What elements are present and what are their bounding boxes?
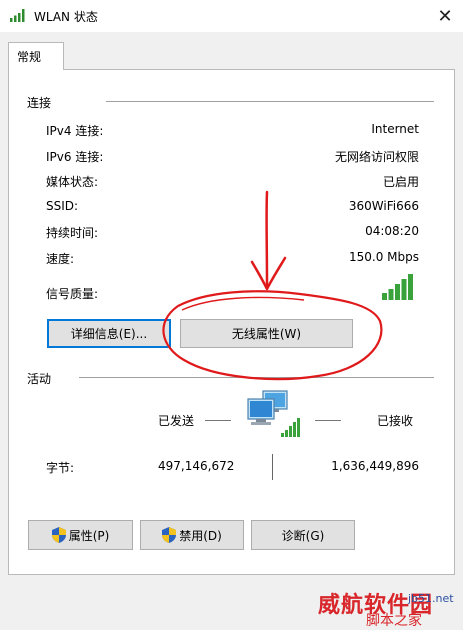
ipv6-value: 无网络访问权限 <box>334 150 419 164</box>
received-label: 已接收 <box>377 414 414 428</box>
speed-label: 速度: <box>46 252 75 266</box>
media-state-value: 已启用 <box>382 175 419 189</box>
activity-group-title: 活动 <box>27 372 52 386</box>
received-dash <box>315 420 341 421</box>
window-title: WLAN 状态 <box>34 10 98 24</box>
details-button[interactable]: 详细信息(E)... <box>47 319 171 348</box>
duration-label: 持续时间: <box>46 226 99 240</box>
wireless-properties-button[interactable]: 无线属性(W) <box>180 319 353 348</box>
close-icon: ✕ <box>437 5 453 27</box>
wifi-signal-icon <box>10 9 25 22</box>
bytes-divider <box>272 454 273 480</box>
diagnose-button[interactable]: 诊断(G) <box>251 520 355 550</box>
watermark-sub: 脚本之家 <box>366 613 422 629</box>
ssid-value: 360WiFi666 <box>348 199 419 213</box>
ssid-label: SSID: <box>46 199 79 213</box>
properties-button-label: 属性(P) <box>68 528 110 543</box>
tab-general-label: 常规 <box>17 50 42 64</box>
duration-value: 04:08:20 <box>365 224 419 238</box>
signal-strength-icon <box>382 274 413 300</box>
watermark-url: jb51.net <box>408 592 454 605</box>
activity-divider <box>79 377 434 378</box>
disable-button-label: 禁用(D) <box>179 528 222 543</box>
ipv4-label: IPv4 连接: <box>46 124 104 138</box>
signal-quality-label: 信号质量: <box>46 287 99 301</box>
close-button[interactable]: ✕ <box>430 2 460 30</box>
media-state-label: 媒体状态: <box>46 175 99 189</box>
network-computers-icon <box>247 390 300 437</box>
ipv6-label: IPv6 连接: <box>46 150 104 164</box>
speed-value: 150.0 Mbps <box>348 250 419 264</box>
connection-group-title: 连接 <box>27 96 52 110</box>
sent-dash <box>205 420 231 421</box>
sent-label: 已发送 <box>158 414 195 428</box>
bytes-label: 字节: <box>46 461 75 475</box>
properties-button[interactable]: 属性(P) <box>28 520 133 550</box>
uac-shield-icon <box>51 527 66 543</box>
disable-button[interactable]: 禁用(D) <box>140 520 244 550</box>
uac-shield-icon <box>162 527 177 543</box>
bytes-sent-value: 497,146,672 <box>158 459 235 473</box>
connection-divider <box>106 101 434 102</box>
bytes-received-value: 1,636,449,896 <box>331 459 419 473</box>
ipv4-value: Internet <box>371 122 419 136</box>
